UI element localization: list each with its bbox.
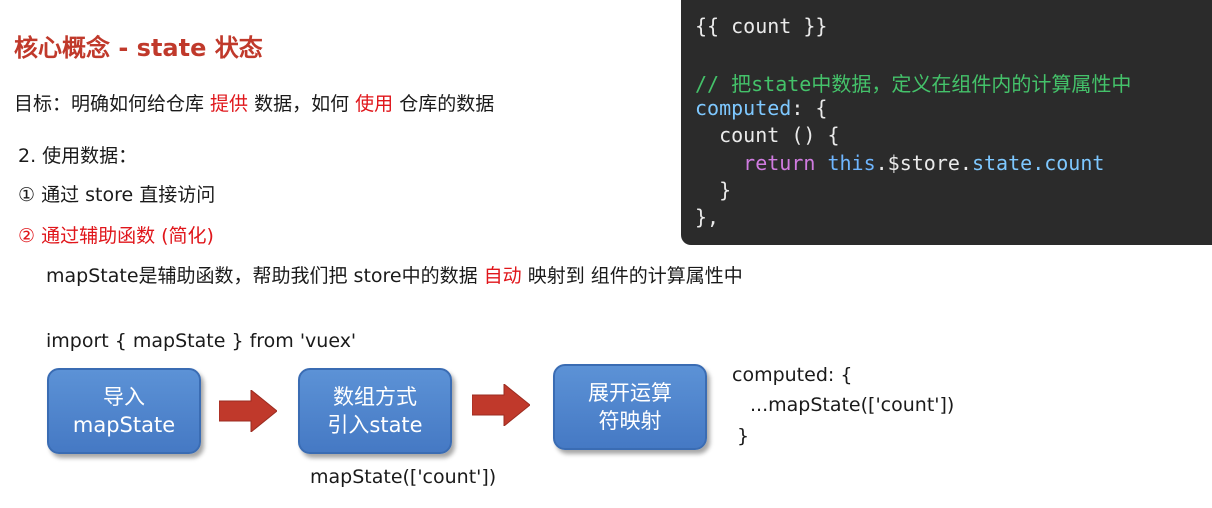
goal-prefix: 目标：明确如何给仓库 [14, 93, 211, 115]
code-count-prop: .count [1032, 151, 1105, 175]
flow-step-import: 导入 mapState [47, 368, 201, 454]
page-title: 核心概念 - state 状态 [14, 34, 263, 62]
flow-step-array-caption: mapState(['count']) [310, 466, 497, 488]
flow-arrow-icon [219, 390, 277, 432]
goal-highlight-provide: 提供 [210, 93, 249, 115]
code-close-object: }, [695, 205, 720, 229]
flow-step-import-line2: mapState [72, 413, 176, 437]
code-computed-line: computed: { [695, 96, 827, 120]
flow-step-array: 数组方式 引入state [298, 368, 452, 454]
flow-arrow-icon [472, 384, 530, 426]
option-helper-function: ② 通过辅助函数 (简化) [18, 225, 214, 247]
code-this-keyword: this [827, 151, 876, 175]
goal-highlight-use: 使用 [355, 93, 394, 115]
flow-step-spread: 展开运算 符映射 [553, 364, 707, 450]
goal-line: 目标：明确如何给仓库 提供 数据，如何 使用 仓库的数据 [14, 89, 494, 116]
code-return-keyword: return [743, 151, 816, 175]
option-direct-access: ① 通过 store 直接访问 [18, 184, 216, 206]
code-store-access: .$store. [875, 151, 972, 175]
desc-highlight-auto: 自动 [483, 265, 522, 287]
flow-step-spread-line2: 符映射 [598, 409, 662, 433]
code-computed-keyword: computed [695, 96, 792, 120]
code-count-rest: () { [779, 123, 840, 147]
computed-snippet-close: } [737, 425, 750, 447]
section-heading: 2. 使用数据： [18, 145, 138, 167]
code-count-line: count () { [695, 123, 840, 147]
code-count-keyword: count [719, 123, 780, 147]
flow-step-spread-line1: 展开运算 [588, 381, 672, 405]
mapstate-description: mapState是辅助函数，帮助我们把 store中的数据 自动 映射到 组件的… [46, 261, 743, 288]
code-state-prop: state [971, 151, 1033, 175]
code-computed-rest: : { [791, 96, 828, 120]
computed-snippet-open: computed: { [732, 364, 853, 386]
flow-step-array-line1: 数组方式 [333, 385, 417, 409]
desc-prefix: mapState是辅助函数，帮助我们把 store中的数据 [46, 265, 484, 287]
desc-suffix: 映射到 组件的计算属性中 [521, 265, 743, 287]
goal-middle: 数据，如何 [248, 93, 356, 115]
code-close-brace-text: } [719, 178, 732, 202]
goal-suffix: 仓库的数据 [393, 93, 495, 115]
flow-step-import-line1: 导入 [103, 385, 145, 409]
code-return-line: return this.$store.state.count [695, 151, 1104, 175]
computed-snippet-spread: ...mapState(['count']) [750, 394, 955, 416]
code-close-brace: } [695, 178, 731, 202]
code-template-line: {{ count }} [695, 14, 828, 38]
code-panel: {{ count }} // 把state中数据，定义在组件内的计算属性中 co… [681, 0, 1212, 245]
code-comment: // 把state中数据，定义在组件内的计算属性中 [695, 72, 1132, 96]
flow-step-array-line2: 引入state [327, 413, 423, 437]
import-statement: import { mapState } from 'vuex' [46, 330, 357, 352]
